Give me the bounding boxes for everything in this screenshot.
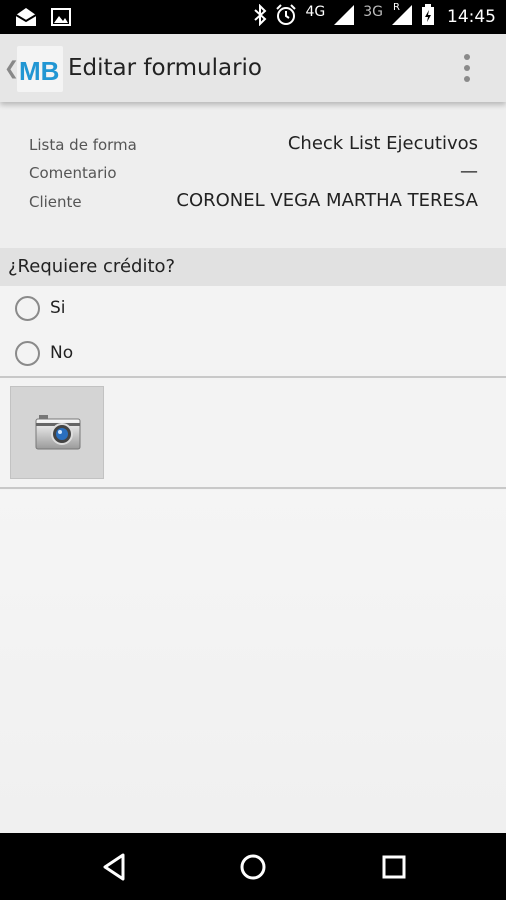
take-photo-button[interactable] — [10, 386, 104, 479]
alarm-icon — [275, 4, 297, 30]
mail-icon — [14, 6, 38, 32]
status-bar: 4G 3G R 14:45 — [0, 0, 506, 34]
option-label: No — [50, 343, 74, 363]
network-type-3g: 3G — [363, 4, 383, 20]
app-logo[interactable]: MB — [17, 46, 63, 92]
action-bar: ❮ MB Editar formulario — [0, 34, 506, 102]
overflow-menu-icon[interactable] — [455, 52, 479, 84]
image-icon — [50, 6, 72, 32]
info-label: Comentario — [29, 164, 117, 182]
camera-icon — [35, 414, 81, 456]
navigation-bar — [0, 833, 506, 900]
roaming-indicator: R — [393, 2, 400, 13]
form-info: Lista de forma Check List Ejecutivos Com… — [0, 102, 506, 248]
option-no[interactable]: No — [0, 331, 506, 376]
page-title: Editar formulario — [68, 55, 263, 81]
recents-icon[interactable] — [374, 847, 414, 887]
info-row-client: Cliente CORONEL VEGA MARTHA TERESA — [0, 189, 506, 215]
info-row-form-list: Lista de forma Check List Ejecutivos — [0, 132, 506, 158]
info-label: Cliente — [29, 193, 82, 211]
info-value: — — [460, 161, 478, 182]
status-time: 14:45 — [447, 7, 496, 27]
info-value: CORONEL VEGA MARTHA TERESA — [176, 190, 478, 211]
radio-button[interactable] — [15, 296, 40, 321]
empty-content — [0, 490, 506, 833]
question-header: ¿Requiere crédito? — [0, 248, 506, 286]
info-value: Check List Ejecutivos — [287, 133, 478, 154]
radio-group: Si No — [0, 286, 506, 376]
battery-icon — [421, 4, 435, 30]
option-si[interactable]: Si — [0, 286, 506, 331]
radio-button[interactable] — [15, 341, 40, 366]
info-label: Lista de forma — [29, 136, 137, 154]
signal-icon: R — [391, 2, 413, 30]
home-icon[interactable] — [233, 847, 273, 887]
network-type-4g: 4G — [305, 4, 326, 20]
divider — [0, 487, 506, 489]
photo-section — [0, 378, 506, 488]
option-label: Si — [50, 298, 66, 318]
logo-text: MB — [19, 56, 59, 86]
back-icon[interactable] — [95, 847, 135, 887]
bluetooth-icon — [253, 3, 267, 30]
info-row-comment: Comentario — — [0, 160, 506, 186]
question-text: ¿Requiere crédito? — [8, 256, 176, 277]
signal-icon — [333, 4, 355, 30]
